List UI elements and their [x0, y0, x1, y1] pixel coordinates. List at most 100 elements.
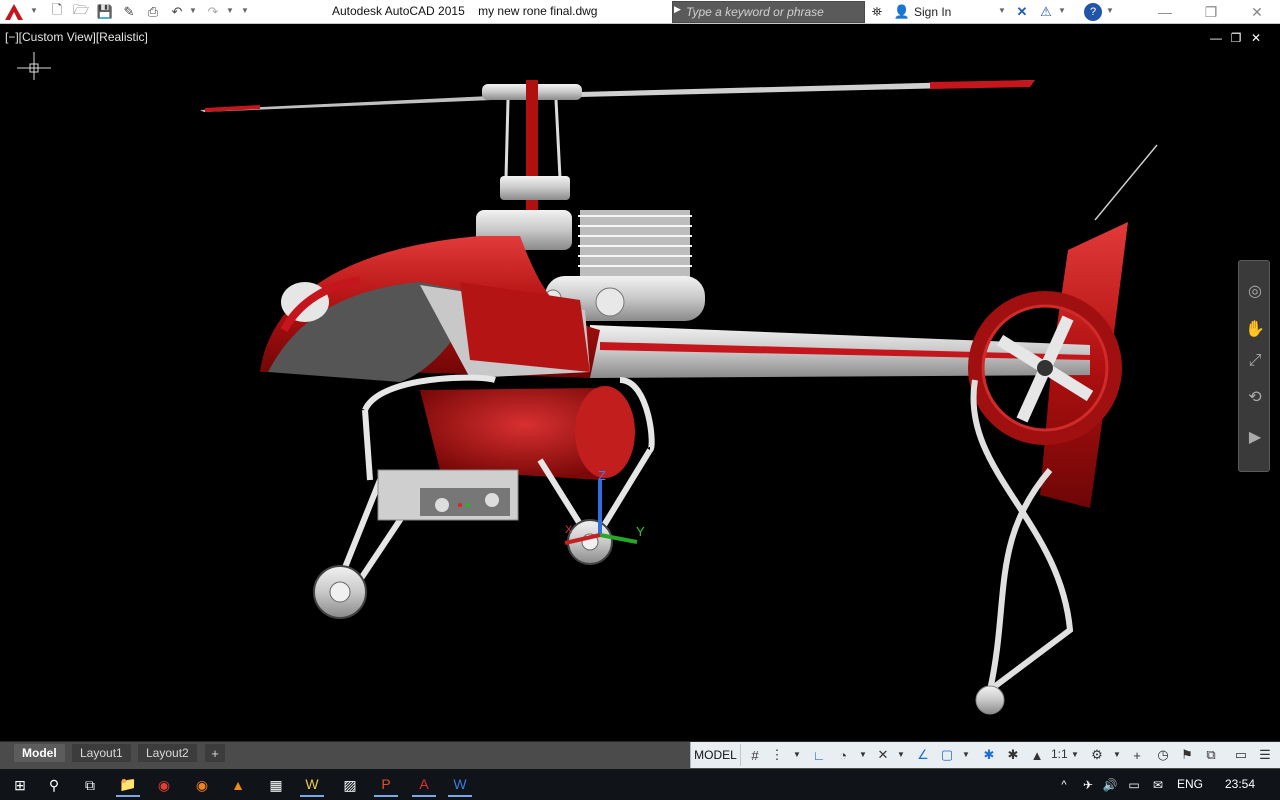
grid-icon[interactable]: # [745, 745, 765, 765]
task-view-icon[interactable]: ⧉ [78, 773, 102, 797]
file-explorer-icon[interactable]: 📁 [116, 773, 140, 797]
steering-wheel-icon[interactable]: ◎ [1243, 279, 1267, 303]
polar-icon[interactable]: ◔ [833, 745, 853, 765]
showmotion-icon[interactable]: ▶ [1243, 425, 1267, 449]
sign-in-caret-icon[interactable]: ▼ [998, 6, 1006, 15]
customize-qat-icon[interactable]: ▼ [241, 6, 249, 15]
ortho-icon[interactable]: ∟ [809, 745, 829, 765]
pan-hand-icon[interactable]: ✋ [1243, 317, 1267, 341]
clock[interactable]: 23:54 [1225, 777, 1255, 791]
isodraft-icon[interactable]: ✕ [873, 745, 893, 765]
firefox-icon[interactable]: ◉ [190, 773, 214, 797]
workspace-gear-icon[interactable]: ⚙ [1087, 745, 1107, 765]
restore-button[interactable]: ❐ [1188, 0, 1234, 24]
isodraft-caret-icon[interactable]: ▼ [897, 750, 905, 759]
show-hidden-icons-icon[interactable]: ^ [1052, 773, 1076, 797]
redo-caret-icon[interactable]: ▼ [226, 6, 234, 15]
exchange-apps-icon[interactable]: ✕ [1013, 3, 1031, 21]
battery-icon[interactable]: ▭ [1122, 773, 1146, 797]
viewport-minimize-icon[interactable]: — [1209, 31, 1223, 45]
ucs-z-label: Z [598, 468, 606, 483]
fuel-tank [420, 386, 635, 480]
ucs-y-label: Y [636, 524, 645, 539]
status-bar: MODEL # ⋮ ▼ ∟ ◔ ▼ ✕ ▼ ∠ ▢ ▼ ✱ ✱ ▲ 1:1 ▼ … [690, 742, 1280, 768]
viewport-controls-label[interactable]: [−][Custom View][Realistic] [5, 30, 148, 44]
close-button[interactable]: ✕ [1234, 0, 1280, 24]
autocad-logo-icon [5, 4, 23, 20]
vlc-icon[interactable]: ▲ [226, 773, 250, 797]
navigation-bar: ◎ ✋ ⤢ ⟲ ▶ [1238, 260, 1270, 472]
undo-caret-icon[interactable]: ▼ [189, 6, 197, 15]
user-icon[interactable]: 👤 [893, 3, 911, 21]
viewport-restore-icon[interactable]: ❐ [1229, 31, 1243, 45]
tab-layout2[interactable]: Layout2 [138, 744, 197, 762]
help-icon[interactable]: ? [1084, 3, 1102, 21]
annotation-monitor-icon[interactable]: + [1127, 745, 1147, 765]
application-menu-button[interactable] [0, 0, 28, 24]
zoom-extents-icon[interactable]: ⤢ [1243, 349, 1267, 373]
search-input[interactable] [686, 2, 864, 22]
save-as-icon[interactable]: ✎ [120, 3, 138, 21]
add-layout-button[interactable]: + [205, 744, 225, 762]
autodesk-360-icon[interactable]: ⚠ [1037, 3, 1055, 21]
volume-icon[interactable]: 🔊 [1098, 773, 1122, 797]
object-snap-icon[interactable]: ▢ [937, 745, 957, 765]
orbit-icon[interactable]: ⟲ [1243, 385, 1267, 409]
tab-model[interactable]: Model [14, 744, 65, 762]
search-expand-icon[interactable]: ▶ [674, 4, 684, 20]
autocad-taskbar-icon[interactable]: A [412, 773, 436, 797]
sign-in-link[interactable]: Sign In [914, 5, 951, 19]
clean-screen-icon[interactable]: ▭ [1231, 745, 1251, 765]
scale-caret-icon[interactable]: ▼ [1071, 750, 1079, 759]
open-file-icon[interactable]: 🗁 [72, 2, 90, 21]
photos-icon[interactable]: ▨ [338, 773, 362, 797]
network-status-icon[interactable]: ✈ [1076, 773, 1100, 797]
title-bar: ▼ 🗋 🗁 💾 ✎ ⎙ ↶ ▼ ↷ ▼ ▼ Autodesk AutoCAD 2… [0, 0, 1280, 24]
units-icon[interactable]: ◷ [1153, 745, 1173, 765]
start-button-icon[interactable]: ⊞ [8, 773, 32, 797]
windows-taskbar: ⊞ ⚲ ⧉ 📁 ◉ ◉ ▲ ▦ W ▨ P A W ^ ✈ 🔊 ▭ ✉ ENG … [0, 769, 1280, 800]
plot-icon[interactable]: ⎙ [144, 3, 162, 21]
tab-layout1[interactable]: Layout1 [72, 744, 131, 762]
new-file-icon[interactable]: 🗋 [48, 2, 66, 21]
quick-properties-icon[interactable]: ⚑ [1177, 745, 1197, 765]
language-indicator[interactable]: ENG [1177, 777, 1203, 791]
annotation-visibility-icon[interactable]: ✱ [979, 745, 999, 765]
workspace-caret-icon[interactable]: ▼ [1113, 750, 1121, 759]
model-space-button[interactable]: MODEL [691, 744, 741, 766]
object-snap-caret-icon[interactable]: ▼ [962, 750, 970, 759]
annotation-scale-icon[interactable]: ▲ [1027, 745, 1047, 765]
drawing-viewport[interactable]: Z Y X [−][Custom View][Realistic] — ❐ ✕ … [0, 25, 1280, 741]
word-icon[interactable]: W [448, 773, 472, 797]
powerpoint-icon[interactable]: P [374, 773, 398, 797]
snap-caret-icon[interactable]: ▼ [793, 750, 801, 759]
object-snap-tracking-icon[interactable]: ∠ [913, 745, 933, 765]
helicopter-model-render: Z Y X [17, 52, 1158, 715]
autocad-window: ▼ 🗋 🗁 💾 ✎ ⎙ ↶ ▼ ↷ ▼ ▼ Autodesk AutoCAD 2… [0, 0, 1280, 800]
main-rotor [200, 80, 1035, 220]
customization-menu-icon[interactable]: ☰ [1255, 745, 1275, 765]
crosshair-icon [17, 52, 51, 80]
save-icon[interactable]: 💾 [96, 3, 114, 21]
viewport-close-icon[interactable]: ✕ [1249, 31, 1263, 45]
app-menu-caret-icon[interactable]: ▼ [30, 6, 38, 15]
redo-icon[interactable]: ↷ [204, 3, 222, 21]
action-center-icon[interactable]: ✉ [1146, 773, 1170, 797]
calculator-icon[interactable]: ▦ [264, 773, 288, 797]
polar-caret-icon[interactable]: ▼ [859, 750, 867, 759]
annotation-scale-value[interactable]: 1:1 [1051, 747, 1068, 761]
a360-caret-icon[interactable]: ▼ [1058, 6, 1066, 15]
minimize-button[interactable]: — [1142, 0, 1188, 24]
ucs-x-label: X [565, 524, 573, 536]
snap-icon[interactable]: ⋮ [767, 745, 787, 765]
window-title: Autodesk AutoCAD 2015 my new rone final.… [332, 4, 598, 18]
search-taskbar-icon[interactable]: ⚲ [42, 773, 66, 797]
chrome-icon[interactable]: ◉ [152, 773, 176, 797]
auto-scale-icon[interactable]: ✱ [1003, 745, 1023, 765]
fuselage [260, 236, 600, 382]
undo-icon[interactable]: ↶ [168, 3, 186, 21]
winrar-icon[interactable]: W [300, 773, 324, 797]
lock-ui-icon[interactable]: ⧉ [1201, 745, 1221, 765]
binoculars-icon[interactable]: ⛯ [868, 3, 886, 21]
help-caret-icon[interactable]: ▼ [1106, 6, 1114, 15]
